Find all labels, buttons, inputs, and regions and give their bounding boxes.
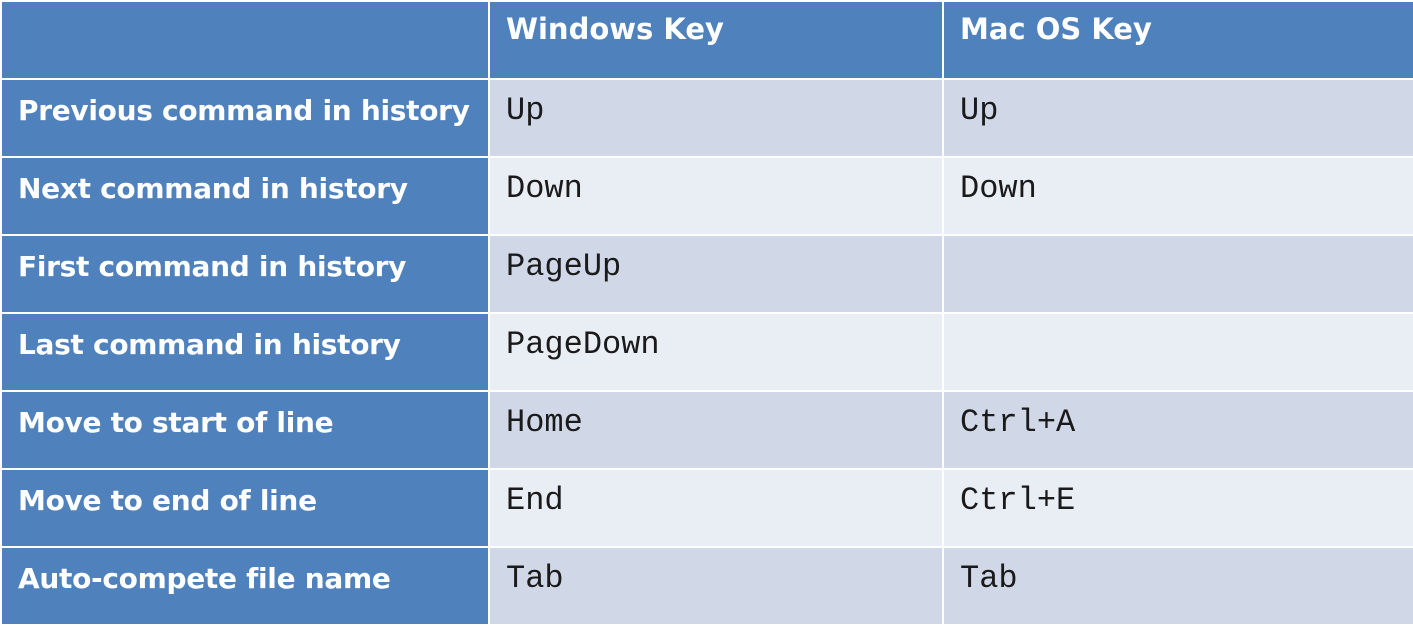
table-row: Last command in history PageDown [0, 312, 1413, 392]
action-label: Previous command in history [0, 78, 490, 158]
mac-key-cell: Up [942, 78, 1413, 158]
action-label: Auto-compete file name [0, 546, 490, 626]
windows-key-cell: PageDown [488, 312, 944, 392]
windows-key-cell: Tab [488, 546, 944, 626]
action-label: First command in history [0, 234, 490, 314]
keyboard-shortcuts-table: Windows Key Mac OS Key Previous command … [0, 0, 1413, 626]
mac-key-cell [942, 234, 1413, 314]
table-row: Auto-compete file name Tab Tab [0, 546, 1413, 626]
action-label: Move to end of line [0, 468, 490, 548]
mac-key-cell: Tab [942, 546, 1413, 626]
action-label: Move to start of line [0, 390, 490, 470]
table-header-row: Windows Key Mac OS Key [0, 0, 1413, 80]
header-windows-key: Windows Key [488, 0, 944, 80]
table-row: Move to start of line Home Ctrl+A [0, 390, 1413, 470]
table-row: First command in history PageUp [0, 234, 1413, 314]
table-row: Previous command in history Up Up [0, 78, 1413, 158]
mac-key-cell [942, 312, 1413, 392]
table-row: Move to end of line End Ctrl+E [0, 468, 1413, 548]
table-row: Next command in history Down Down [0, 156, 1413, 236]
windows-key-cell: Home [488, 390, 944, 470]
windows-key-cell: End [488, 468, 944, 548]
action-label: Next command in history [0, 156, 490, 236]
mac-key-cell: Ctrl+E [942, 468, 1413, 548]
windows-key-cell: Down [488, 156, 944, 236]
windows-key-cell: Up [488, 78, 944, 158]
mac-key-cell: Ctrl+A [942, 390, 1413, 470]
windows-key-cell: PageUp [488, 234, 944, 314]
action-label: Last command in history [0, 312, 490, 392]
mac-key-cell: Down [942, 156, 1413, 236]
header-mac-key: Mac OS Key [942, 0, 1413, 80]
header-action [0, 0, 490, 80]
